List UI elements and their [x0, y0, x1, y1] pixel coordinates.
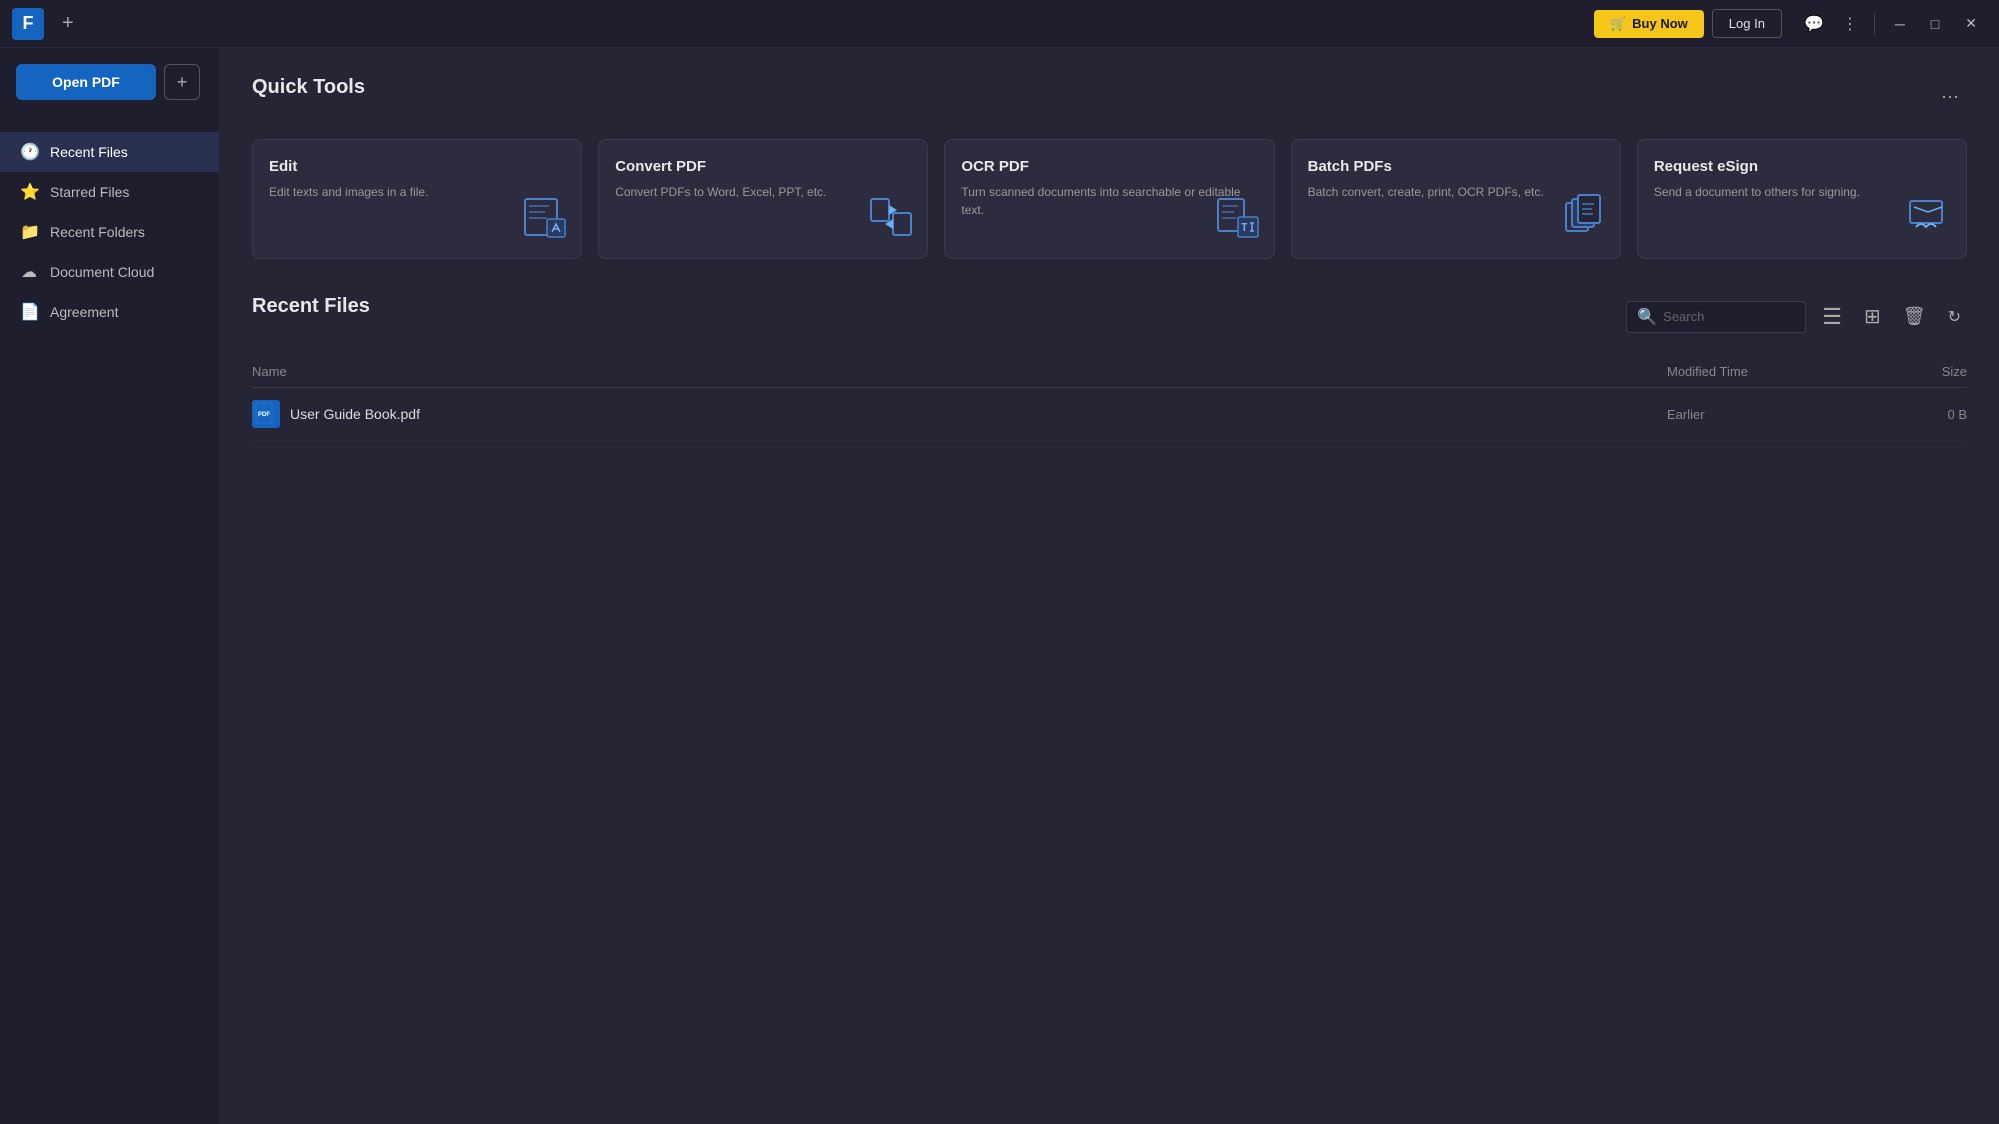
- sidebar-top: Open PDF +: [0, 64, 219, 116]
- batch-card-icon: [1560, 193, 1608, 246]
- title-bar-icons: 💬 ⋮ ─ □ ✕: [1798, 10, 1987, 38]
- agreement-icon: 📄: [20, 302, 38, 322]
- sidebar-item-document-cloud[interactable]: ☁ Document Cloud: [0, 252, 219, 292]
- col-size-header: Size: [1867, 364, 1967, 379]
- svg-text:PDF: PDF: [258, 412, 270, 418]
- buy-now-button[interactable]: 🛒 Buy Now: [1594, 10, 1704, 38]
- search-input[interactable]: [1663, 309, 1803, 324]
- recent-folders-icon: 📁: [20, 222, 38, 242]
- ocr-card-icon: T: [1214, 193, 1262, 246]
- sidebar-item-label: Agreement: [50, 304, 118, 320]
- minimize-button[interactable]: ─: [1885, 12, 1915, 36]
- maximize-button[interactable]: □: [1921, 12, 1949, 36]
- esign-card-title: Request eSign: [1654, 158, 1950, 175]
- tool-card-ocr[interactable]: OCR PDF Turn scanned documents into sear…: [944, 139, 1274, 259]
- quick-tools-title: Quick Tools: [252, 76, 365, 99]
- file-size: 0 B: [1867, 407, 1967, 422]
- add-tab-button[interactable]: +: [54, 8, 82, 39]
- recent-files-header: Recent Files 🔍 ☰ ⊞ 🗑 ↻: [252, 295, 1967, 338]
- title-bar-right: 🛒 Buy Now Log In 💬 ⋮ ─ □ ✕: [1594, 9, 1987, 38]
- quick-tools-more-button[interactable]: ⋯: [1933, 83, 1967, 112]
- tool-card-convert[interactable]: Convert PDF Convert PDFs to Word, Excel,…: [598, 139, 928, 259]
- file-table-header: Name Modified Time Size: [252, 356, 1967, 388]
- col-name-header: Name: [252, 364, 1667, 379]
- sidebar-item-label: Starred Files: [50, 184, 129, 200]
- quick-tools-grid: Edit Edit texts and images in a file.: [252, 139, 1967, 259]
- file-table: Name Modified Time Size PDF User Guide B…: [252, 356, 1967, 441]
- batch-card-title: Batch PDFs: [1308, 158, 1604, 175]
- app-logo: F: [12, 8, 44, 40]
- more-icon[interactable]: ⋮: [1836, 10, 1864, 38]
- esign-card-icon: [1906, 193, 1954, 246]
- sidebar-item-starred-files[interactable]: ⭐ Starred Files: [0, 172, 219, 212]
- table-row[interactable]: PDF User Guide Book.pdf Earlier 0 B: [252, 388, 1967, 441]
- quick-tools-header: Quick Tools ⋯: [252, 76, 1967, 119]
- edit-card-icon: [521, 193, 569, 246]
- search-icon: 🔍: [1637, 307, 1657, 327]
- starred-files-icon: ⭐: [20, 182, 38, 202]
- refresh-button[interactable]: ↻: [1942, 303, 1967, 331]
- view-grid-button[interactable]: ⊞: [1858, 300, 1887, 333]
- recent-files-icon: 🕐: [20, 142, 38, 162]
- close-button[interactable]: ✕: [1955, 11, 1987, 36]
- sidebar: Open PDF + 🕐 Recent Files ⭐ Starred File…: [0, 48, 220, 1124]
- sidebar-item-recent-folders[interactable]: 📁 Recent Folders: [0, 212, 219, 252]
- document-cloud-icon: ☁: [20, 262, 38, 282]
- tool-card-esign[interactable]: Request eSign Send a document to others …: [1637, 139, 1967, 259]
- recent-files-actions: 🔍 ☰ ⊞ 🗑 ↻: [1626, 300, 1967, 334]
- sidebar-item-label: Recent Folders: [50, 224, 145, 240]
- main-layout: Open PDF + 🕐 Recent Files ⭐ Starred File…: [0, 48, 1999, 1124]
- file-icon: PDF: [252, 400, 280, 428]
- sidebar-item-agreement[interactable]: 📄 Agreement: [0, 292, 219, 332]
- file-name: User Guide Book.pdf: [290, 406, 1667, 422]
- svg-text:T: T: [1241, 221, 1248, 234]
- ocr-card-title: OCR PDF: [961, 158, 1257, 175]
- open-pdf-button[interactable]: Open PDF: [16, 64, 156, 100]
- divider: [1874, 14, 1875, 34]
- sidebar-item-label: Recent Files: [50, 144, 128, 160]
- sidebar-item-label: Document Cloud: [50, 264, 154, 280]
- tool-card-edit[interactable]: Edit Edit texts and images in a file.: [252, 139, 582, 259]
- search-box[interactable]: 🔍: [1626, 301, 1806, 333]
- title-bar-left: F +: [12, 8, 82, 40]
- edit-card-title: Edit: [269, 158, 565, 175]
- view-list-button[interactable]: ☰: [1816, 300, 1848, 334]
- tool-card-batch[interactable]: Batch PDFs Batch convert, create, print,…: [1291, 139, 1621, 259]
- recent-files-title: Recent Files: [252, 295, 370, 318]
- buy-now-label: Buy Now: [1632, 16, 1688, 31]
- main-content: Quick Tools ⋯ Edit Edit texts and images…: [220, 48, 1999, 1124]
- col-modified-header: Modified Time: [1667, 364, 1867, 379]
- new-tab-button[interactable]: +: [164, 64, 200, 100]
- convert-card-icon: [867, 193, 915, 246]
- sidebar-nav: 🕐 Recent Files ⭐ Starred Files 📁 Recent …: [0, 132, 219, 332]
- cart-icon: 🛒: [1610, 16, 1626, 32]
- title-bar: F + 🛒 Buy Now Log In 💬 ⋮ ─ □ ✕: [0, 0, 1999, 48]
- sidebar-item-recent-files[interactable]: 🕐 Recent Files: [0, 132, 219, 172]
- convert-card-title: Convert PDF: [615, 158, 911, 175]
- file-modified: Earlier: [1667, 407, 1867, 422]
- chat-icon[interactable]: 💬: [1798, 10, 1830, 38]
- login-button[interactable]: Log In: [1712, 9, 1782, 38]
- trash-button[interactable]: 🗑: [1897, 302, 1932, 331]
- sidebar-btn-row: Open PDF +: [16, 64, 203, 100]
